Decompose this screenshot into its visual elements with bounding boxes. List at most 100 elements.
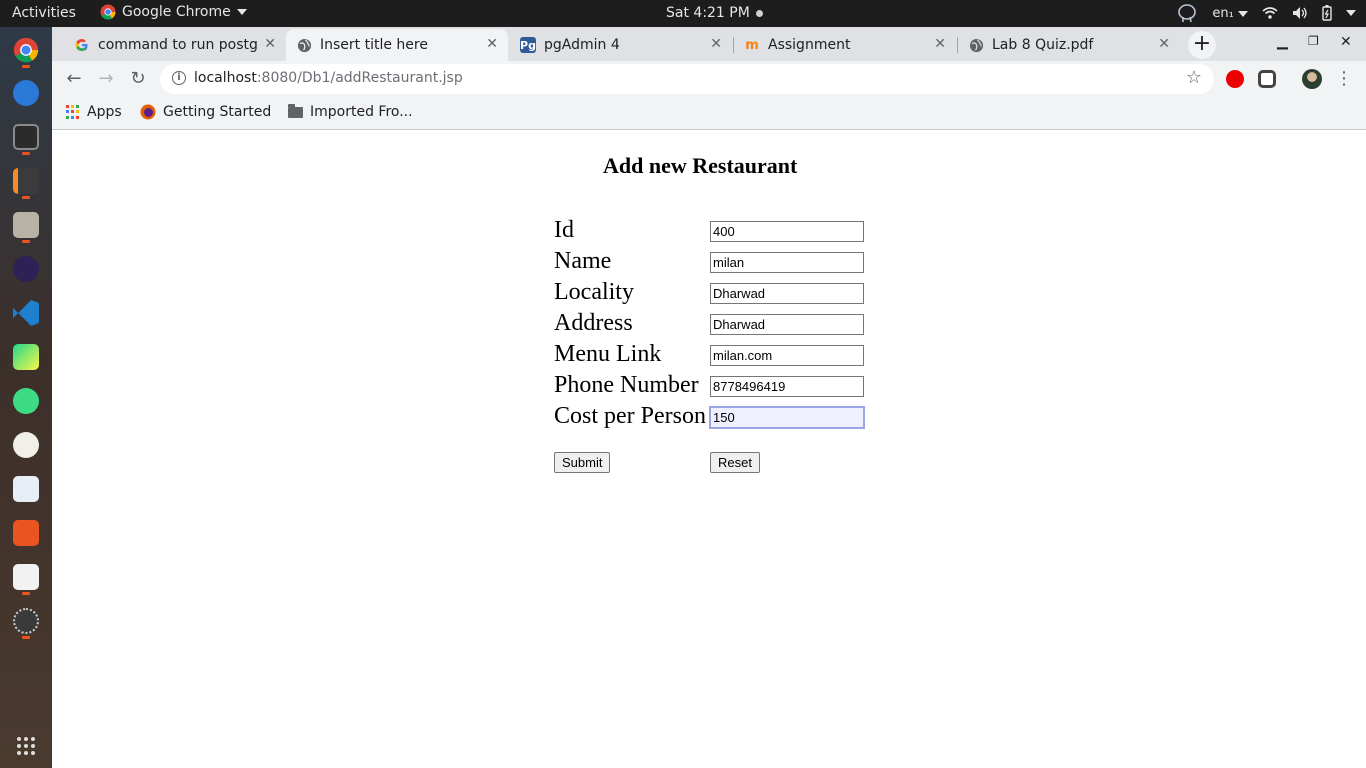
dock-thunderbird-icon[interactable] [13, 80, 39, 106]
bookmark-label: Imported Fro... [310, 104, 413, 120]
apps-grid-icon [66, 105, 80, 119]
phone-number-input[interactable] [710, 376, 864, 397]
folder-icon [288, 103, 303, 118]
form-row-name: Name [554, 248, 874, 276]
tab-google-search[interactable]: command to run postgr ✕ [64, 29, 286, 61]
globe-icon [968, 37, 984, 53]
tab-lab8-quiz-pdf[interactable]: Lab 8 Quiz.pdf ✕ [958, 29, 1180, 61]
dock-sublime-icon[interactable] [13, 168, 39, 194]
dock-terminal-icon[interactable] [13, 124, 39, 150]
reset-button[interactable]: Reset [710, 452, 760, 473]
id-input[interactable] [710, 221, 864, 242]
bookmark-label: Apps [87, 104, 122, 120]
close-icon[interactable]: ✕ [1158, 36, 1170, 52]
field-label: Address [554, 310, 633, 336]
form-row-id: Id [554, 217, 874, 245]
bookmark-getting-started[interactable]: Getting Started [140, 104, 271, 120]
running-indicator [22, 240, 30, 243]
google-icon [74, 37, 90, 53]
submit-button[interactable]: Submit [554, 452, 611, 473]
system-tray[interactable]: en₁ [1176, 3, 1356, 23]
field-label: Name [554, 248, 612, 274]
wifi-icon [1262, 7, 1278, 19]
dock-libreoffice-writer-icon[interactable] [13, 476, 39, 502]
app-menu[interactable]: Google Chrome [100, 4, 247, 20]
chrome-icon [13, 37, 39, 63]
locality-input[interactable] [710, 283, 864, 304]
menu-link-input[interactable] [710, 345, 864, 366]
minimize-icon[interactable]: ▁ [1277, 34, 1288, 50]
dock-android-studio-icon[interactable] [13, 388, 39, 414]
address-bar[interactable]: i localhost:8080/Db1/addRestaurant.jsp ☆ [160, 64, 1214, 94]
tab-pgadmin[interactable]: Pg pgAdmin 4 ✕ [510, 29, 732, 61]
pgadmin-icon: Pg [520, 37, 536, 53]
dock-chrome-icon[interactable] [13, 37, 39, 63]
ubuntu-dock [0, 27, 52, 768]
url-host: localhost [194, 70, 257, 86]
close-icon[interactable]: ✕ [486, 36, 498, 52]
bookmarks-bar: Apps Getting Started Imported Fro... [52, 97, 1366, 130]
avatar[interactable] [1302, 69, 1322, 89]
tab-strip: command to run postgr ✕ Insert title her… [52, 27, 1366, 61]
field-label: Cost per Person [554, 403, 706, 429]
postgres-elephant-icon[interactable] [1176, 3, 1198, 23]
running-indicator [22, 636, 30, 639]
back-arrow-icon[interactable]: ← [63, 68, 85, 90]
show-applications-icon[interactable] [17, 737, 35, 755]
form-row-menu-link: Menu Link [554, 341, 874, 369]
restore-icon[interactable]: ❐ [1308, 34, 1319, 48]
field-label: Menu Link [554, 341, 662, 367]
form-row-cost-per-person: Cost per Person [554, 403, 874, 431]
system-top-bar: Activities Google Chrome Sat 4:21 PM en₁ [0, 0, 1366, 27]
moodle-icon: m [745, 37, 759, 53]
web-page: Add new Restaurant Id Name Locality Addr… [52, 131, 1366, 768]
keyboard-language[interactable]: en₁ [1212, 6, 1248, 21]
chevron-down-icon [1238, 10, 1248, 17]
name-input[interactable] [710, 252, 864, 273]
forward-arrow-icon[interactable]: → [95, 68, 117, 90]
url-text[interactable]: localhost:8080/Db1/addRestaurant.jsp [194, 70, 463, 86]
volume-icon [1293, 7, 1307, 19]
adblock-extension-icon[interactable] [1226, 70, 1244, 88]
system-menu-caret-icon[interactable] [1346, 10, 1356, 16]
app-menu-label: Google Chrome [122, 4, 231, 20]
close-window-icon[interactable]: ✕ [1340, 34, 1352, 50]
cost-per-person-input[interactable] [709, 406, 865, 429]
dock-rhythmbox-icon[interactable] [13, 432, 39, 458]
chevron-down-icon [236, 9, 247, 15]
running-indicator [22, 592, 30, 595]
close-icon[interactable]: ✕ [710, 36, 722, 52]
form-row-locality: Locality [554, 279, 874, 307]
dock-files-icon[interactable] [13, 212, 39, 238]
bookmark-imported-folder[interactable]: Imported Fro... [288, 103, 413, 120]
dock-eclipse-icon[interactable] [13, 256, 39, 282]
running-indicator [22, 196, 30, 199]
tab-insert-title-here[interactable]: Insert title here ✕ [286, 29, 508, 61]
tab-assignment[interactable]: m Assignment ✕ [734, 29, 956, 61]
running-indicator [22, 152, 30, 155]
bookmark-star-icon[interactable]: ☆ [1186, 67, 1202, 88]
close-icon[interactable]: ✕ [934, 36, 946, 52]
reload-icon[interactable]: ↻ [127, 68, 149, 90]
bookmark-apps[interactable]: Apps [66, 104, 122, 120]
close-icon[interactable]: ✕ [264, 36, 276, 52]
new-tab-button[interactable]: + [1188, 31, 1216, 59]
field-label: Locality [554, 279, 634, 305]
more-menu-icon[interactable]: ⋮ [1333, 68, 1355, 90]
media-extension-icon[interactable] [1258, 70, 1276, 88]
browser-toolbar: ← → ↻ i localhost:8080/Db1/addRestaurant… [52, 61, 1366, 97]
page-title: Add new Restaurant [603, 153, 798, 178]
firefox-icon [140, 104, 156, 120]
activities-button[interactable]: Activities [12, 5, 76, 21]
site-info-icon[interactable]: i [172, 71, 186, 85]
address-input[interactable] [710, 314, 864, 335]
dock-settings-icon[interactable] [13, 608, 39, 634]
dock-vscode-icon[interactable] [13, 300, 39, 326]
running-indicator [22, 65, 30, 68]
dock-help-icon[interactable] [13, 564, 39, 590]
dock-pycharm-icon[interactable] [13, 344, 39, 370]
clock[interactable]: Sat 4:21 PM [666, 5, 763, 21]
dock-software-center-icon[interactable] [13, 520, 39, 546]
language-label: en₁ [1212, 5, 1234, 21]
battery-icon [1322, 5, 1332, 21]
